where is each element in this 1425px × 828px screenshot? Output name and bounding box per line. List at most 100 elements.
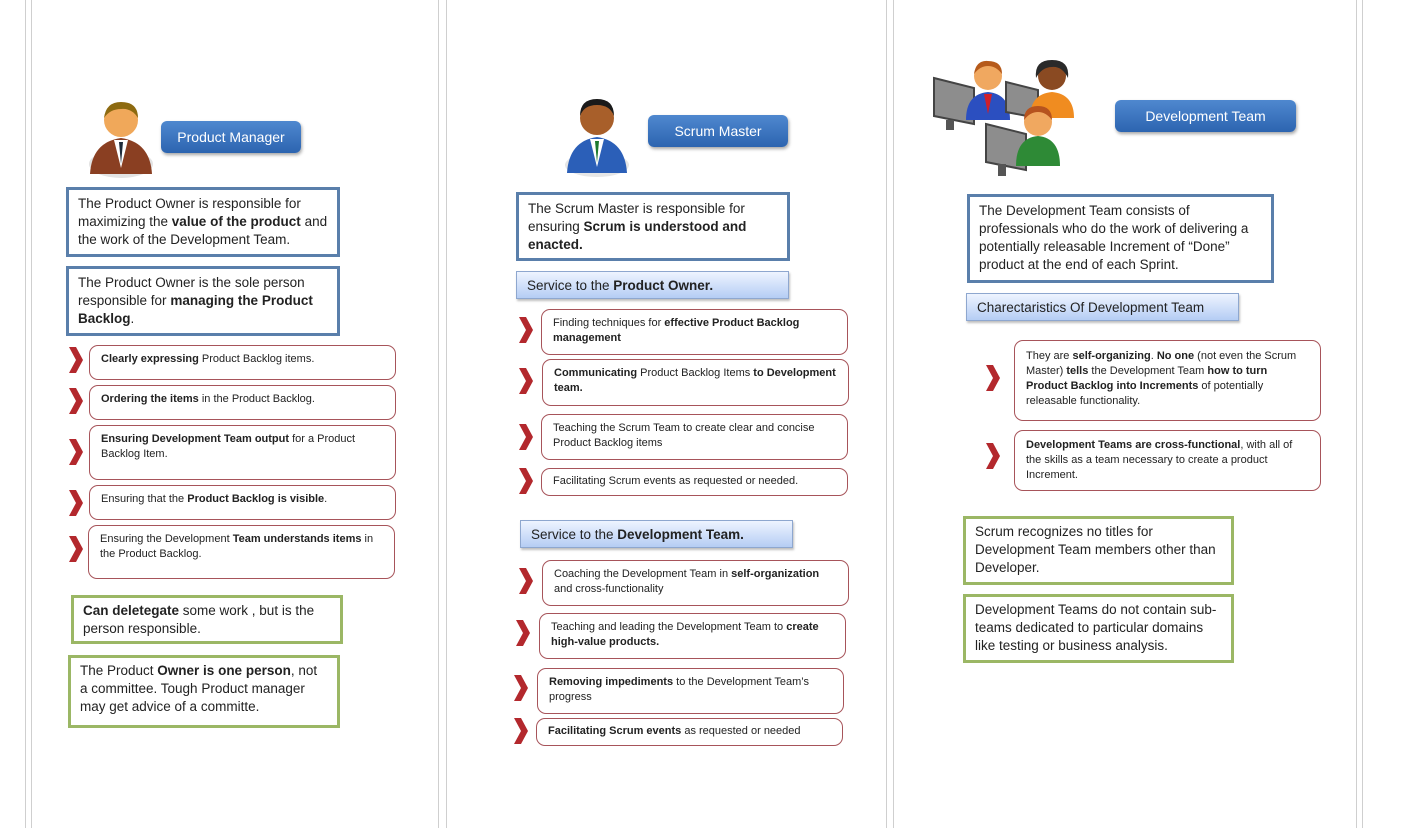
text-segment: Service to the — [531, 526, 618, 542]
responsibility-item: Ensuring the Development Team understand… — [88, 525, 395, 579]
text-segment: The Development Team consists of profess… — [979, 203, 1249, 272]
role-title-scrum-master[interactable]: Scrum Master — [648, 115, 788, 147]
chevron-right-icon — [519, 468, 533, 494]
text: Service to the Product Owner. — [527, 278, 713, 293]
team-at-computers-icon — [933, 60, 1074, 176]
text: Coaching the Development Team in self-or… — [554, 568, 819, 595]
service-item: Facilitating Scrum events as requested o… — [541, 468, 848, 496]
intro-text: The Product Owner is the sole person res… — [78, 275, 313, 326]
text: Ensuring the Development Team understand… — [100, 533, 373, 560]
text-segment: Teaching and leading the Development Tea… — [551, 621, 787, 633]
chevron-right-icon — [69, 347, 83, 373]
text-bold: No one — [1156, 350, 1195, 362]
text-bold: Ordering the items — [101, 393, 199, 405]
text-segment: the Development Team — [1088, 365, 1208, 377]
text-segment: The Product — [80, 663, 158, 678]
chevron-right-icon — [519, 368, 533, 394]
responsibility-item: Ordering the items in the Product Backlo… — [89, 385, 396, 420]
text-segment: Ensuring the Development — [100, 533, 233, 545]
text: Clearly expressing Product Backlog items… — [101, 353, 314, 365]
text-bold: Communicating — [554, 367, 638, 379]
responsibility-item: Clearly expressing Product Backlog items… — [89, 345, 396, 380]
column-border — [25, 0, 26, 828]
text: Removing impediments to the Development … — [549, 676, 809, 703]
text-segment: in the Product Backlog. — [198, 393, 315, 405]
text-segment: Facilitating Scrum events as requested o… — [553, 475, 799, 487]
chevron-right-icon — [69, 490, 83, 516]
service-item: Teaching and leading the Development Tea… — [539, 613, 846, 659]
text: Ensuring Development Team output for a P… — [101, 433, 355, 460]
text-segment: Scrum recognizes no titles for Developme… — [975, 524, 1216, 575]
service-item: Removing impediments to the Development … — [537, 668, 844, 714]
text: The Scrum Master is responsible for ensu… — [528, 201, 746, 252]
text: The Development Team consists of profess… — [979, 203, 1248, 272]
text-bold: Product Owner. — [613, 277, 714, 293]
text-segment: and cross-functionality — [554, 583, 664, 595]
text-segment: Ensuring that the — [101, 493, 188, 505]
text-segment: Product Backlog Items — [637, 367, 754, 379]
note-box: Development Teams do not contain sub-tea… — [963, 594, 1234, 663]
text-bold: Development Teams are cross-functional — [1026, 439, 1241, 451]
column-border — [438, 0, 439, 828]
text-segment: Teaching the Scrum Team to create clear … — [553, 422, 815, 449]
text-bold: Ensuring Development Team output — [101, 433, 290, 445]
responsibility-item: Ensuring Development Team output for a P… — [89, 425, 396, 480]
text-segment: Charectaristics Of Development Team — [977, 299, 1205, 315]
text-bold: Removing impediments — [549, 676, 674, 688]
chevron-right-icon — [986, 443, 1000, 469]
person-blue-suit-icon — [565, 99, 629, 177]
text-bold: Facilitating Scrum events — [548, 725, 682, 737]
text-bold: Can deletegate — [83, 603, 180, 618]
text: Ensuring that the Product Backlog is vis… — [101, 493, 327, 505]
chevron-right-icon — [69, 439, 83, 465]
text: Development Teams do not contain sub-tea… — [975, 602, 1216, 653]
note-box: Can deletegate some work , but is the pe… — [71, 595, 343, 644]
text-bold: self-organization — [731, 568, 820, 580]
text: They are self-organizing. No one (not ev… — [1026, 350, 1296, 407]
text: Can deletegate some work , but is the pe… — [83, 603, 314, 636]
text-segment: . — [324, 493, 328, 505]
text: Teaching the Scrum Team to create clear … — [553, 422, 815, 449]
text-segment: They are — [1026, 350, 1073, 362]
role-title-product-manager[interactable]: Product Manager — [161, 121, 301, 153]
text: Facilitating Scrum events as requested o… — [548, 725, 801, 737]
service-item: Facilitating Scrum events as requested o… — [536, 718, 843, 746]
chevron-right-icon — [514, 675, 528, 701]
text: Facilitating Scrum events as requested o… — [553, 475, 798, 487]
text-bold: Product Backlog is visible — [187, 493, 325, 505]
chevron-right-icon — [69, 536, 83, 562]
column-border — [1362, 0, 1363, 828]
text: Ordering the items in the Product Backlo… — [101, 393, 315, 405]
chevron-right-icon — [519, 568, 533, 594]
role-title-development-team[interactable]: Development Team — [1115, 100, 1296, 132]
note-box: Scrum recognizes no titles for Developme… — [963, 516, 1234, 585]
column-border — [893, 0, 894, 828]
person-brown-suit-icon — [89, 102, 153, 178]
intro-box: The Product Owner is the sole person res… — [66, 266, 340, 336]
section-header-development-team: Service to the Development Team. — [520, 520, 793, 548]
intro-box: The Product Owner is responsible for max… — [66, 187, 340, 257]
section-header-characteristics: Charectaristics Of Development Team — [966, 293, 1239, 321]
column-border — [1356, 0, 1357, 828]
text-segment: as requested or needed — [681, 725, 801, 737]
characteristic-item: Development Teams are cross-functional, … — [1014, 430, 1321, 491]
text-segment: Coaching the Development Team in — [554, 568, 732, 580]
note-box: The Product Owner is one person, not a c… — [68, 655, 340, 728]
text-bold: Team understands items — [232, 533, 362, 545]
text-bold: tells — [1066, 365, 1089, 377]
column-border — [446, 0, 447, 828]
text: Finding techniques for effective Product… — [553, 317, 799, 344]
service-item: Communicating Product Backlog Items to D… — [542, 359, 849, 406]
text-segment: Development Teams do not contain sub-tea… — [975, 602, 1217, 653]
text-bold: Development Team. — [617, 526, 744, 542]
responsibility-item: Ensuring that the Product Backlog is vis… — [89, 485, 396, 520]
text: Teaching and leading the Development Tea… — [551, 621, 819, 648]
service-item: Teaching the Scrum Team to create clear … — [541, 414, 848, 460]
text-bold: Clearly expressing — [101, 353, 199, 365]
chevron-right-icon — [986, 365, 1000, 391]
intro-box: The Scrum Master is responsible for ensu… — [516, 192, 790, 261]
service-item: Finding techniques for effective Product… — [541, 309, 848, 355]
characteristic-item: They are self-organizing. No one (not ev… — [1014, 340, 1321, 421]
text-bold: value of the product — [171, 214, 301, 229]
column-border — [886, 0, 887, 828]
